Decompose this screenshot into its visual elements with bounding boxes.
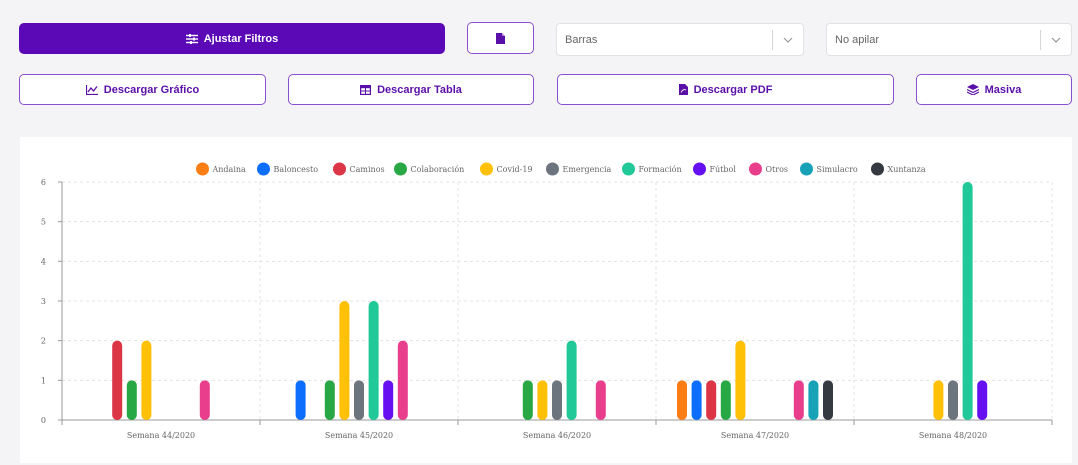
bar [823, 380, 833, 420]
y-tick-label: 2 [41, 337, 46, 346]
file-icon [496, 32, 505, 44]
bar [324, 380, 335, 420]
legend-marker [693, 162, 706, 176]
bar [522, 380, 533, 420]
legend-label: Covid-19 [497, 165, 533, 174]
bar [552, 380, 562, 420]
chevron-down-icon[interactable] [773, 37, 803, 43]
y-tick-label: 3 [41, 297, 46, 306]
y-tick-label: 5 [41, 218, 46, 227]
legend-marker [257, 162, 270, 176]
legend-marker [800, 162, 813, 176]
legend-marker [622, 162, 635, 176]
bar [948, 380, 958, 420]
bulk-label: Masiva [984, 83, 1022, 96]
legend-marker [196, 162, 209, 176]
bar [962, 182, 973, 420]
bar [933, 380, 944, 420]
download-chart-button[interactable]: Descargar Gráfico [19, 74, 266, 105]
chart-type-select[interactable]: Barras [556, 23, 804, 56]
stack-mode-value: No apilar [835, 33, 880, 46]
line-chart-icon [85, 84, 98, 95]
export-file-button[interactable] [467, 22, 534, 54]
bar [977, 380, 988, 420]
bar [141, 340, 152, 420]
layers-icon [966, 84, 979, 95]
legend-label: Caminos [350, 165, 385, 174]
sliders-icon [185, 33, 198, 44]
y-tick-label: 0 [41, 416, 46, 425]
legend-marker [480, 162, 493, 176]
bar [793, 380, 804, 420]
legend-label: Formación [639, 165, 682, 174]
x-tick-label: Semana 45/2020 [325, 431, 393, 440]
legend-label: Baloncesto [274, 165, 319, 174]
legend-label: Andaina [212, 165, 247, 174]
y-tick-label: 4 [41, 257, 46, 266]
bar [368, 301, 379, 420]
legend-marker [871, 162, 884, 176]
x-tick-label: Semana 46/2020 [523, 431, 591, 440]
bar [295, 380, 306, 420]
stack-mode-select[interactable]: No apilar [826, 23, 1072, 56]
y-tick-label: 1 [41, 376, 46, 385]
x-tick-label: Semana 47/2020 [721, 431, 789, 440]
download-pdf-button[interactable]: Descargar PDF [557, 74, 894, 105]
download-table-label: Descargar Tabla [377, 83, 462, 96]
bar [595, 380, 606, 420]
download-table-button[interactable]: Descargar Tabla [288, 74, 534, 105]
legend-label: Colaboración [411, 165, 465, 174]
bar [397, 340, 408, 420]
bar [808, 380, 819, 420]
bar [691, 380, 702, 420]
chevron-down-icon[interactable] [1041, 37, 1071, 43]
pdf-file-icon [678, 84, 688, 95]
legend-label: Simulacro [817, 165, 858, 174]
download-pdf-label: Descargar PDF [693, 83, 773, 96]
legend-marker [394, 162, 407, 176]
chart-card: 0 1 2 3 4 5 6 Semana 44/2020 Semana 45/2020 Seman… [20, 137, 1072, 463]
legend-label: Xuntanza [888, 165, 926, 174]
bar [720, 380, 731, 420]
bar [566, 340, 577, 420]
chart-type-value: Barras [565, 33, 598, 46]
legend-label: Fútbol [710, 165, 737, 174]
bar [126, 380, 137, 420]
bar [537, 380, 548, 420]
bar [354, 380, 364, 420]
bar [383, 380, 394, 420]
adjust-filters-label: Ajustar Filtros [203, 32, 279, 45]
bar [339, 301, 350, 420]
download-chart-label: Descargar Gráfico [103, 83, 200, 96]
bar [677, 380, 687, 420]
y-tick-label: 6 [41, 178, 46, 187]
bar [735, 340, 746, 420]
legend-marker [546, 162, 559, 176]
legend-marker [333, 162, 346, 176]
legend-marker [749, 162, 762, 176]
bulk-button[interactable]: Masiva [916, 74, 1072, 105]
bar [112, 340, 123, 420]
table-icon [360, 84, 372, 95]
x-tick-label: Semana 44/2020 [127, 431, 195, 440]
bar [199, 380, 210, 420]
x-tick-label: Semana 48/2020 [919, 431, 987, 440]
legend-label: Otros [766, 165, 789, 174]
legend-label: Emergencia [563, 165, 612, 174]
adjust-filters-button[interactable]: Ajustar Filtros [19, 23, 445, 54]
bar [706, 380, 717, 420]
bar-chart: 0 1 2 3 4 5 6 Semana 44/2020 Semana 45/2020 Seman… [41, 162, 1053, 440]
